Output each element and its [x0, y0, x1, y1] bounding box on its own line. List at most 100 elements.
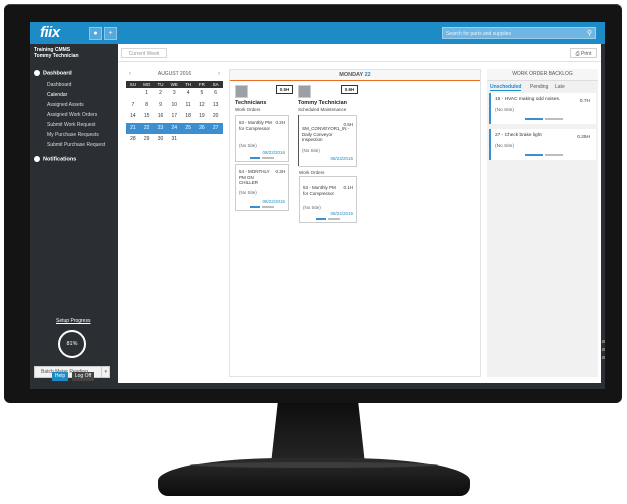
current-week-button[interactable]: Current Week — [121, 48, 167, 58]
chevron-left-icon[interactable]: ‹ — [129, 69, 131, 79]
calendar-day[interactable]: 17 — [167, 111, 181, 123]
work-order-hours: 0.2H — [275, 120, 285, 125]
calendar-day[interactable]: 23 — [153, 122, 168, 134]
work-order-hours: 0.3H — [275, 169, 285, 174]
work-order-backlog: WORK ORDER BACKLOG Unscheduled Pending L… — [487, 69, 598, 377]
backlog-item[interactable]: 15 - HVAC making odd noises. 0.7H (No Si… — [489, 93, 596, 124]
calendar-day[interactable]: 6 — [209, 88, 223, 100]
toolbar-divider — [118, 61, 601, 62]
sm-title: SM_CONVEYOR1_IN - Daily Conveyor Inspect… — [302, 126, 350, 142]
calendar-grid: SU MO TU WE TH FR SA 1 2 3 4 5 6 7 8 9 10 11 12 13 14 15 16 17 1… — [126, 81, 223, 146]
calendar-day[interactable]: 21 — [126, 122, 140, 134]
calendar-day[interactable]: 5 — [195, 88, 209, 100]
monitor-bezel: fiix ● + Search for parts and supplies ⚲… — [4, 4, 622, 403]
backlog-title: WORK ORDER BACKLOG — [487, 69, 598, 81]
calendar-day[interactable]: 27 — [208, 122, 223, 134]
calendar-day[interactable]: 26 — [194, 122, 209, 134]
day-name: MONDAY — [339, 72, 364, 78]
dashboard-icon — [34, 70, 40, 76]
hours-badge: 0.6H — [341, 85, 358, 94]
work-order-card[interactable]: 54 - MONTHLY PM ON CHILLER 0.3H (No Site… — [235, 164, 289, 211]
work-order-title: 54 - MONTHLY PM ON CHILLER — [239, 169, 270, 185]
calendar-day — [209, 134, 223, 146]
work-order-card[interactable]: 53 - Monthly PM for Compressor 0.1H (No … — [299, 176, 357, 223]
calendar-day[interactable]: 22 — [139, 122, 154, 134]
tab-pending[interactable]: Pending — [530, 84, 548, 90]
log-off-button[interactable]: Log Off — [72, 372, 94, 381]
calendar-day[interactable]: 29 — [140, 134, 154, 146]
calendar-day[interactable]: 1 — [140, 88, 154, 100]
calendar-day[interactable]: 20 — [209, 111, 223, 123]
calendar-dow: TU — [153, 81, 168, 88]
calendar-day[interactable]: 14 — [126, 111, 140, 123]
nav-item-submit-purchase-request[interactable]: Submit Purchase Request — [47, 142, 105, 148]
backlog-item[interactable]: 27 - Check brake light 0.25H (No Site) — [489, 129, 596, 160]
calendar-day[interactable]: 11 — [181, 100, 195, 112]
calendar-dow: WE — [167, 81, 182, 88]
tab-unscheduled[interactable]: Unscheduled — [490, 84, 522, 91]
setup-progress-link[interactable]: Setup Progress — [56, 318, 90, 324]
tech-column-technicians: 0.5H Technicians Work Orders — [235, 85, 293, 112]
user-block: Training CMMS Tommy Technician — [34, 47, 79, 59]
nav-item-dashboard[interactable]: Dashboard — [47, 82, 71, 88]
calendar-day[interactable]: 24 — [167, 122, 182, 134]
setup-progress-ring: 81% — [58, 330, 86, 358]
day-header: MONDAY 22 — [230, 70, 480, 81]
nav-item-assigned-work-orders[interactable]: Assigned Work Orders — [47, 112, 97, 118]
calendar-day[interactable]: 2 — [154, 88, 168, 100]
search-input[interactable]: Search for parts and supplies ⚲ — [442, 27, 596, 39]
user-icon[interactable]: ● — [89, 27, 102, 40]
work-order-card[interactable]: 53 - Monthly PM for Compressor 0.2H (No … — [235, 115, 289, 162]
calendar-day[interactable]: 28 — [126, 134, 140, 146]
nav-dashboard-header[interactable]: Dashboard — [34, 70, 72, 76]
scheduled-maintenance-card[interactable]: SM_CONVEYOR1_IN - Daily Conveyor Inspect… — [299, 115, 357, 167]
day-view: MONDAY 22 0.5H Technicians Work Orders 5… — [229, 69, 481, 377]
mini-calendar: ‹ AUGUST 2016 › SU MO TU WE TH FR SA 1 2 3 4 5 6 7 8 9 1… — [126, 69, 223, 146]
calendar-day[interactable]: 8 — [140, 100, 154, 112]
work-order-hours: 0.1H — [343, 185, 353, 190]
calendar-day[interactable]: 31 — [167, 134, 181, 146]
main-panel: Current Week ⎙ Print ‹ AUGUST 2016 › SU M… — [118, 44, 601, 383]
tech-role: Scheduled Maintenance — [298, 107, 347, 112]
day-number: 22 — [364, 72, 371, 78]
calendar-day[interactable]: 16 — [154, 111, 168, 123]
backlog-item-site: (No Site) — [495, 108, 514, 113]
add-icon[interactable]: + — [104, 27, 117, 40]
nav-item-calendar[interactable]: Calendar — [47, 92, 67, 98]
calendar-day — [181, 134, 195, 146]
calendar-day[interactable]: 19 — [195, 111, 209, 123]
calendar-day[interactable]: 9 — [154, 100, 168, 112]
calendar-dow: SA — [208, 81, 223, 88]
calendar-day — [126, 88, 140, 100]
app-logo[interactable]: fiix — [40, 24, 60, 41]
monitor-base-highlight — [190, 462, 438, 468]
tech-column-tommy: 0.6H Tommy Technician Scheduled Maintena… — [298, 85, 358, 112]
nav-item-assigned-assets[interactable]: Assigned Assets — [47, 102, 84, 108]
calendar-day[interactable]: 25 — [181, 122, 195, 134]
calendar-day[interactable]: 15 — [140, 111, 154, 123]
calendar-day — [195, 134, 209, 146]
search-icon[interactable]: ⚲ — [587, 28, 592, 40]
calendar-day[interactable]: 18 — [181, 111, 195, 123]
calendar-day[interactable]: 7 — [126, 100, 140, 112]
tab-late[interactable]: Late — [555, 84, 565, 90]
backlog-item-title: 27 - Check brake light — [495, 133, 542, 138]
calendar-day[interactable]: 12 — [195, 100, 209, 112]
calendar-day[interactable]: 10 — [167, 100, 181, 112]
backlog-item-site: (No Site) — [495, 144, 514, 149]
calendar-day[interactable]: 3 — [167, 88, 181, 100]
calendar-dow: MO — [139, 81, 154, 88]
scroll-indicator — [602, 356, 605, 359]
work-order-site: (No Site) — [239, 190, 257, 195]
nav-item-submit-work-request[interactable]: Submit Work Request — [47, 122, 96, 128]
print-button[interactable]: ⎙ Print — [570, 48, 597, 58]
calendar-day[interactable]: 30 — [154, 134, 168, 146]
chevron-right-icon[interactable]: › — [218, 69, 220, 79]
nav-notifications[interactable]: Notifications — [34, 156, 76, 162]
calendar-day[interactable]: 13 — [209, 100, 223, 112]
nav-item-my-purchase-requests[interactable]: My Purchase Requests — [47, 132, 99, 138]
avatar-icon — [235, 85, 248, 98]
calendar-day[interactable]: 4 — [181, 88, 195, 100]
help-button[interactable]: Help — [52, 372, 68, 381]
notifications-icon — [34, 156, 40, 162]
